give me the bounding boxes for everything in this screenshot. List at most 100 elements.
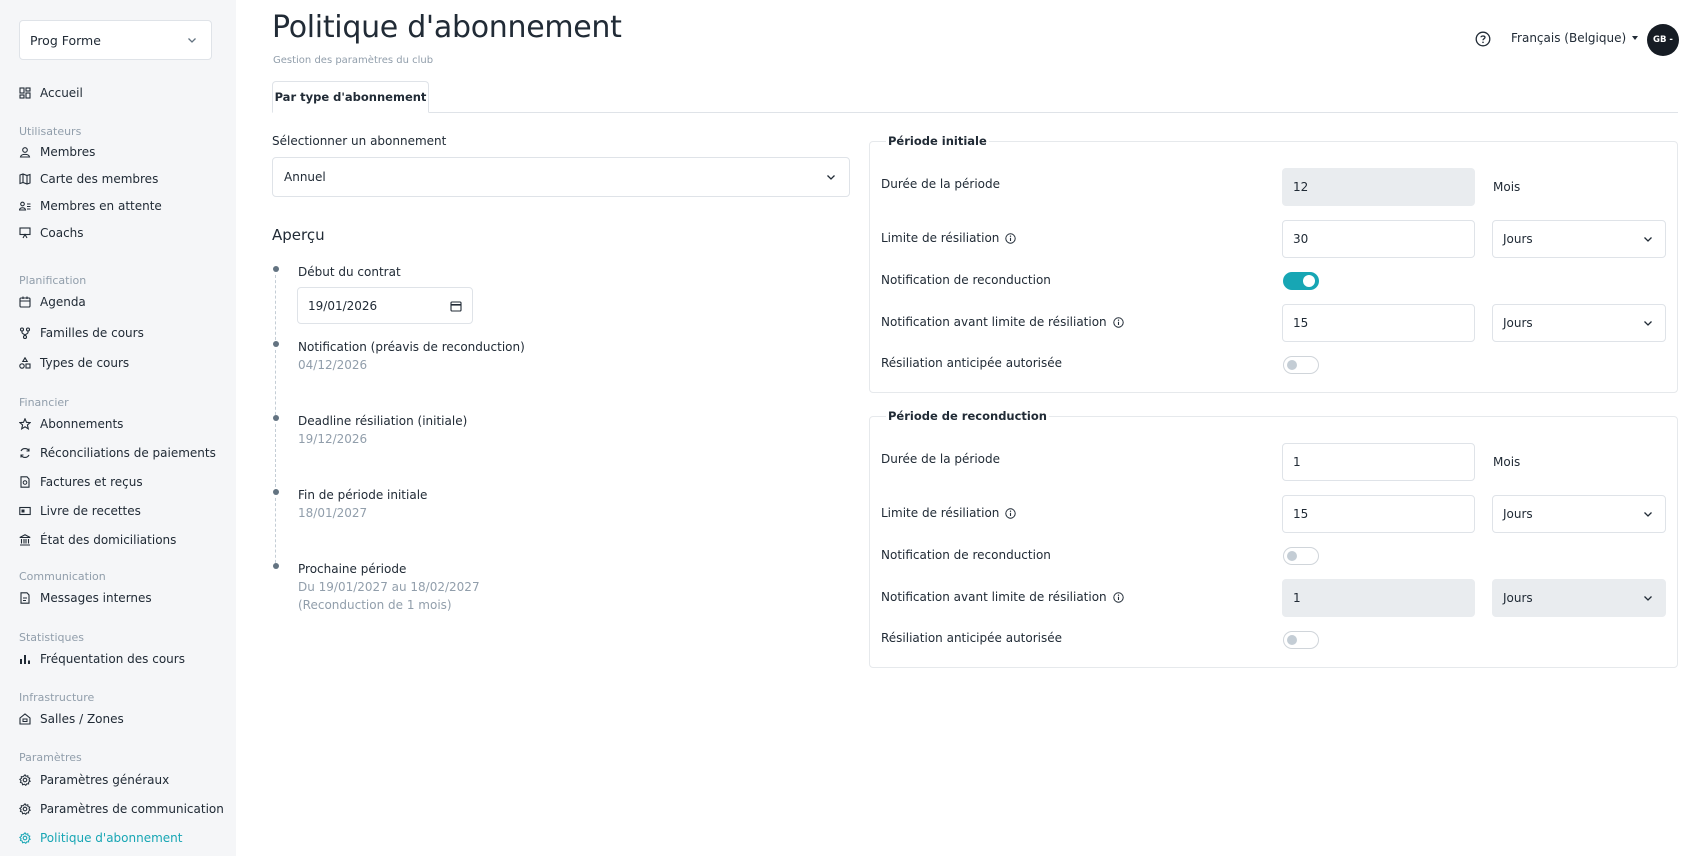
timeline-deadline-date: 19/12/2026 bbox=[298, 432, 368, 446]
renewal-duration-input[interactable]: 1 bbox=[1282, 443, 1475, 481]
timeline-dot bbox=[273, 415, 279, 421]
subscription-select-value: Annuel bbox=[284, 170, 326, 184]
chevron-down-icon bbox=[827, 175, 835, 180]
label-text: Limite de résiliation bbox=[881, 506, 1000, 520]
initial-limit-label: Limite de résiliation bbox=[881, 231, 1017, 245]
building-icon bbox=[19, 713, 31, 725]
sidebar-item-members[interactable]: Membres bbox=[19, 143, 224, 161]
shapes-icon bbox=[19, 357, 31, 369]
timeline-connector bbox=[275, 424, 276, 492]
chevron-down-icon bbox=[1644, 237, 1652, 242]
gear-icon bbox=[19, 832, 31, 844]
sidebar-item-attendance[interactable]: Fréquentation des cours bbox=[19, 650, 224, 668]
initial-renewal-notif-toggle[interactable] bbox=[1283, 272, 1319, 290]
sidebar-item-subscription-policy[interactable]: Politique d'abonnement bbox=[19, 829, 224, 847]
initial-early-toggle[interactable] bbox=[1283, 356, 1319, 374]
renewal-early-label: Résiliation anticipée autorisée bbox=[881, 631, 1062, 645]
renewal-limit-label: Limite de résiliation bbox=[881, 506, 1017, 520]
map-icon bbox=[19, 173, 31, 185]
dashboard-icon bbox=[19, 87, 31, 99]
label-text: Durée de la période bbox=[881, 452, 1001, 466]
contract-start-date-input[interactable]: 19/01/2026 bbox=[297, 287, 473, 324]
avatar[interactable]: GB - bbox=[1647, 24, 1679, 56]
timeline-notification-date: 04/12/2026 bbox=[298, 358, 368, 372]
language-label: Français (Belgique) bbox=[1511, 31, 1627, 45]
label-text: Notification de reconduction bbox=[881, 548, 1051, 562]
renewal-duration-unit: Mois bbox=[1493, 455, 1521, 469]
initial-limit-unit-select[interactable]: Jours bbox=[1492, 220, 1666, 258]
initial-notif-before-input[interactable]: 15 bbox=[1282, 304, 1475, 342]
renewal-limit-input[interactable]: 15 bbox=[1282, 495, 1475, 533]
tab-by-subscription-type[interactable]: Par type d'abonnement bbox=[272, 81, 429, 113]
tabs-divider bbox=[272, 112, 1678, 113]
chevron-down-icon bbox=[1644, 596, 1652, 601]
calendar-icon[interactable] bbox=[450, 300, 462, 312]
label-text: Limite de résiliation bbox=[881, 231, 1000, 245]
timeline-end-title: Fin de période initiale bbox=[298, 488, 428, 502]
info-icon[interactable] bbox=[1005, 232, 1017, 244]
bank-icon bbox=[19, 534, 31, 546]
renewal-notif-before-unit-select: Jours bbox=[1492, 579, 1666, 617]
sidebar-item-label: Agenda bbox=[40, 295, 86, 309]
sidebar-item-invoices[interactable]: Factures et reçus bbox=[19, 473, 224, 491]
fork-icon bbox=[19, 327, 31, 339]
presentation-icon bbox=[19, 227, 31, 239]
label-text: Résiliation anticipée autorisée bbox=[881, 631, 1063, 645]
sidebar-item-label: Messages internes bbox=[40, 591, 152, 605]
info-icon[interactable] bbox=[1005, 507, 1017, 519]
gear-icon bbox=[19, 803, 31, 815]
unit-select-value: Jours bbox=[1503, 232, 1533, 246]
club-select[interactable]: Prog Forme bbox=[19, 20, 212, 60]
sidebar-item-communication-settings[interactable]: Paramètres de communication bbox=[19, 800, 224, 818]
sidebar-item-course-types[interactable]: Types de cours bbox=[19, 354, 224, 372]
user-list-icon bbox=[19, 200, 31, 212]
unit-select-value: Jours bbox=[1503, 591, 1533, 605]
sidebar-item-coaches[interactable]: Coachs bbox=[19, 224, 224, 242]
sidebar-item-label: Fréquentation des cours bbox=[40, 652, 185, 666]
renewal-early-toggle[interactable] bbox=[1283, 631, 1319, 649]
page-title: Politique d'abonnement bbox=[272, 10, 622, 45]
timeline-connector bbox=[275, 498, 276, 568]
renewal-limit-unit-select[interactable]: Jours bbox=[1492, 495, 1666, 533]
club-select-value: Prog Forme bbox=[30, 32, 101, 48]
initial-notif-before-unit-select[interactable]: Jours bbox=[1492, 304, 1666, 342]
timeline-dot bbox=[273, 563, 279, 569]
subscription-select[interactable]: Annuel bbox=[272, 157, 850, 197]
timeline-connector bbox=[275, 350, 276, 420]
renewal-renewal-notif-toggle[interactable] bbox=[1283, 547, 1319, 565]
sidebar-item-label: Salles / Zones bbox=[40, 712, 124, 726]
section-label-settings: Paramètres bbox=[19, 751, 82, 764]
timeline-next-range: Du 19/01/2027 au 18/02/2027 bbox=[298, 580, 480, 594]
sidebar-item-course-families[interactable]: Familles de cours bbox=[19, 324, 224, 342]
sidebar-item-subscriptions[interactable]: Abonnements bbox=[19, 415, 224, 433]
sidebar-item-members-map[interactable]: Carte des membres bbox=[19, 170, 224, 188]
initial-limit-input[interactable]: 30 bbox=[1282, 220, 1475, 258]
language-selector[interactable]: Français (Belgique) bbox=[1511, 31, 1639, 45]
sidebar-item-label: Factures et reçus bbox=[40, 475, 143, 489]
sidebar-item-home[interactable]: Accueil bbox=[19, 84, 224, 102]
help-icon[interactable] bbox=[1475, 31, 1491, 47]
label-text: Durée de la période bbox=[881, 177, 1001, 191]
sidebar-item-pending-members[interactable]: Membres en attente bbox=[19, 197, 224, 215]
initial-renewal-notif-label: Notification de reconduction bbox=[881, 273, 1051, 287]
preview-title: Aperçu bbox=[272, 226, 325, 244]
timeline-deadline-title: Deadline résiliation (initiale) bbox=[298, 414, 468, 428]
info-icon[interactable] bbox=[1112, 591, 1124, 603]
sidebar-item-internal-messages[interactable]: Messages internes bbox=[19, 589, 224, 607]
renewal-renewal-notif-label: Notification de reconduction bbox=[881, 548, 1051, 562]
sidebar-item-label: État des domiciliations bbox=[40, 533, 177, 547]
subscription-select-label: Sélectionner un abonnement bbox=[272, 134, 447, 148]
sidebar-item-rooms[interactable]: Salles / Zones bbox=[19, 710, 224, 728]
sidebar-item-cashbook[interactable]: Livre de recettes bbox=[19, 502, 224, 520]
sidebar-item-label: Politique d'abonnement bbox=[40, 831, 183, 845]
info-icon[interactable] bbox=[1112, 316, 1124, 328]
sidebar-item-payment-reconciliations[interactable]: Réconciliations de paiements bbox=[19, 444, 224, 462]
sidebar-item-label: Types de cours bbox=[40, 356, 130, 370]
sidebar-item-general-settings[interactable]: Paramètres généraux bbox=[19, 771, 224, 789]
document-message-icon bbox=[19, 592, 31, 604]
bar-chart-icon bbox=[19, 653, 31, 665]
sidebar-item-agenda[interactable]: Agenda bbox=[19, 293, 224, 311]
sidebar-item-label: Coachs bbox=[40, 226, 84, 240]
sidebar-item-direct-debits[interactable]: État des domiciliations bbox=[19, 531, 224, 549]
invoice-icon bbox=[19, 476, 31, 488]
